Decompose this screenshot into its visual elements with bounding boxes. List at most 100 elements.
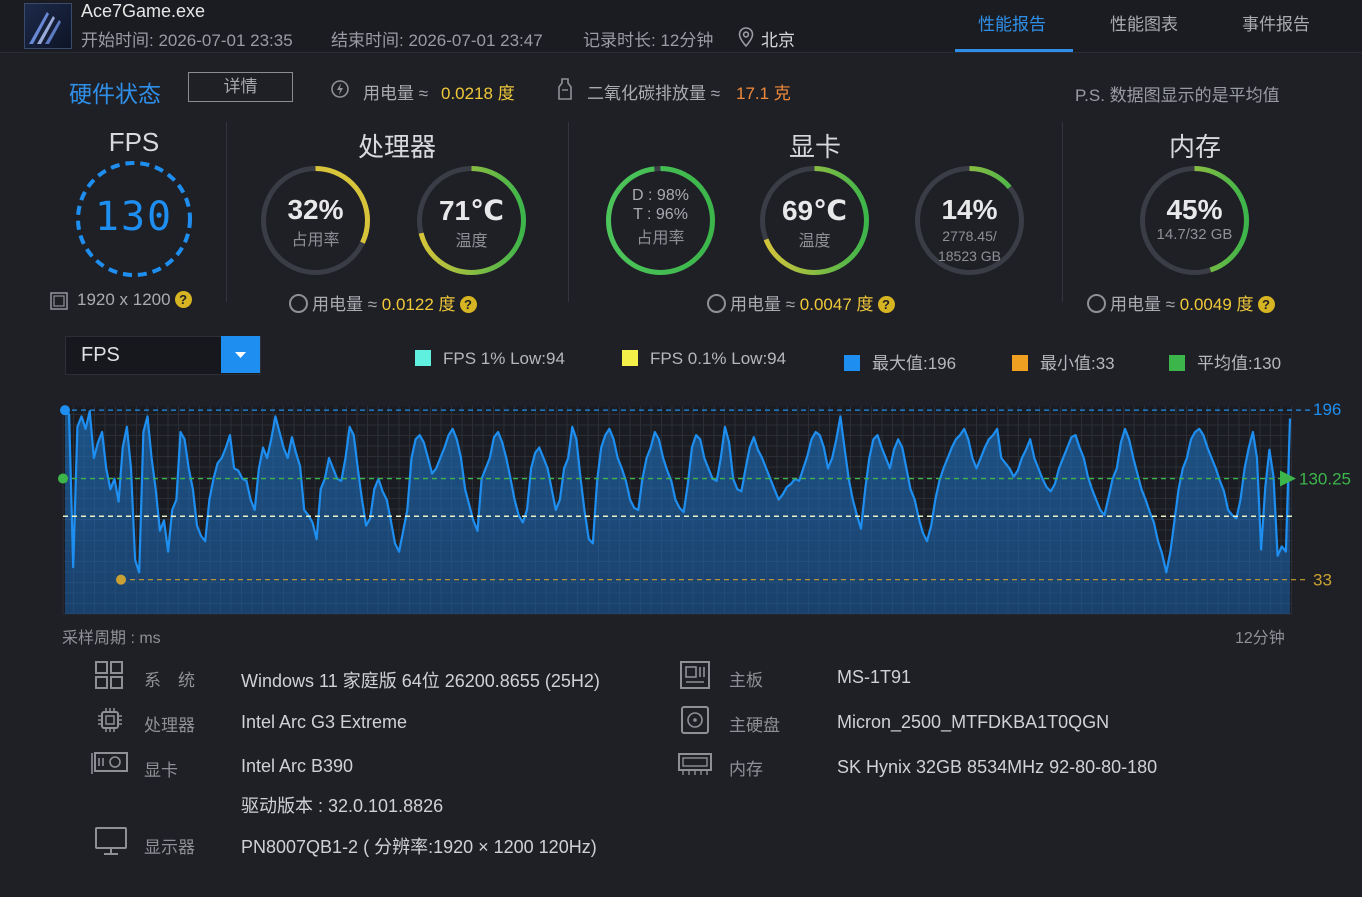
hardware-status-title: 硬件状态 [69,81,161,107]
total-power-label: 用电量 ≈ [363,84,429,103]
power-icon [331,80,349,98]
min-value-label: 33 [1313,571,1332,590]
min-marker [116,574,126,585]
memory-module-icon [678,753,712,775]
system-windows-icon [95,661,123,689]
memory-spec-value: SK Hynix 32GB 8534MHz 92-80-80-180 [837,757,1158,777]
gpu-section-title: 显卡 [788,132,841,162]
fps-resolution: 1920 x 1200? [77,290,192,310]
co2-label: 二氧化碳排放量 ≈ [587,84,721,103]
tab-performance-chart[interactable]: 性能图表 [1110,10,1178,35]
gpu-memory-total: 18523 GB [937,248,1002,264]
cpu-usage-label: 占用率 [291,232,340,249]
start-time: 开始时间: 2026-07-01 23:35 [81,31,293,50]
board-label: 主板 [729,671,763,690]
gpu-usage-label: 占用率 [636,230,685,247]
gpu-spec-value: Intel Arc B390 [241,756,354,776]
section-divider [226,122,227,302]
disk-label: 主硬盘 [729,716,780,735]
app-title: Ace7Game.exe [81,1,206,21]
help-icon[interactable]: ? [877,296,895,313]
cpu-usage-value: 32% [287,194,344,225]
monitor-icon [95,827,127,855]
gpu-power-value: 0.0047 度 [799,295,874,314]
cpu-temp-value: 71℃ [438,195,505,226]
record-duration: 记录时长: 12分钟 [583,31,714,50]
gpu-card-icon [91,752,128,774]
section-divider [1062,122,1063,302]
hard-disk-icon [681,706,709,734]
fps-value: 130 [94,194,174,240]
help-icon[interactable]: ? [174,291,192,308]
max-marker [60,405,70,416]
legend-fps-1pct-low: FPS 1% Low:94 [415,349,565,369]
cpu-section-title: 处理器 [357,132,436,162]
disk-value: Micron_2500_MTFDKBA1T0QGN [837,712,1110,732]
fps-section-title: FPS [108,127,160,157]
gpu-spec-label: 显卡 [144,761,178,780]
power-icon [1087,294,1106,313]
tab-event-report[interactable]: 事件报告 [1242,10,1310,35]
power-icon [289,294,308,313]
legend-label: FPS 0.1% Low:94 [650,349,787,368]
legend-swatch [415,350,431,366]
legend-label: FPS 1% Low:94 [443,349,565,368]
cpu-power-label: 用电量 ≈ [312,295,378,314]
legend-fps-01pct-low: FPS 0.1% Low:94 [622,349,786,369]
app-icon [24,3,72,49]
section-divider [568,122,569,302]
monitor-value: PN8007QB1-2 ( 分辨率:1920 × 1200 120Hz) [241,837,597,857]
cpu-power: 用电量 ≈ 0.0122 度? [289,290,477,315]
fps-chart: 196 130.25 33 [58,400,1351,615]
power-icon [707,294,726,313]
tab-performance-report[interactable]: 性能报告 [978,10,1046,35]
avg-marker [58,473,68,484]
memory-power: 用电量 ≈ 0.0049 度? [1087,290,1275,315]
os-label: 系 统 [144,671,195,690]
legend-swatch [622,350,638,366]
legend-swatch [1012,355,1028,371]
cpu-temp-readout: 71℃ 温度 [414,194,529,251]
location-pin-icon [738,27,754,47]
memory-usage-readout: 45% 14.7/32 GB [1137,194,1252,243]
motherboard-icon [680,661,710,689]
active-tab-indicator [955,49,1073,52]
cpu-spec-value: Intel Arc G3 Extreme [241,712,408,732]
legend-min: 最小值:33 [1012,349,1115,374]
metric-select-dropdown-button[interactable] [221,336,260,373]
board-value: MS-1T91 [837,667,912,687]
gpu-temp-label: 温度 [798,233,831,250]
cpu-usage-readout: 32% 占用率 [258,194,373,250]
gpu-t-usage: T : 96% [633,206,688,223]
monitor-label: 显示器 [144,838,195,857]
x-axis-left-label: 采样周期 : ms [62,630,161,647]
legend-avg: 平均值:130 [1169,349,1281,374]
gpu-power: 用电量 ≈ 0.0047 度? [707,290,895,315]
metric-select-value: FPS [81,344,120,366]
co2-bottle-icon [558,78,572,100]
x-axis-right-label: 12分钟 [1235,630,1285,647]
legend-swatch [1169,355,1185,371]
os-value: Windows 11 家庭版 64位 26200.8655 (25H2) [241,671,600,691]
max-value-label: 196 [1313,400,1341,419]
gpu-memory-readout: 14% 2778.45/ 18523 GB [912,194,1027,266]
memory-power-value: 0.0049 度 [1179,295,1254,314]
help-icon[interactable]: ? [459,296,477,313]
gpu-usage-readout: D : 98% T : 96% 占用率 [603,186,718,248]
gpu-driver-value: 驱动版本 : 32.0.101.8826 [241,796,444,816]
legend-swatch [844,355,860,371]
memory-spec-label: 内存 [729,760,763,779]
end-time: 结束时间: 2026-07-01 23:47 [331,31,543,50]
resolution-text: 1920 x 1200 [77,290,171,309]
legend-max: 最大值:196 [844,349,956,374]
resolution-icon [50,292,68,310]
detail-button[interactable]: 详情 [188,72,293,102]
help-icon[interactable]: ? [1257,296,1275,313]
cpu-spec-label: 处理器 [144,716,195,735]
gpu-temp-readout: 69℃ 温度 [757,194,872,251]
location-text: 北京 [761,31,795,50]
gpu-temp-value: 69℃ [781,195,848,226]
gpu-memory-value: 14% [941,194,998,225]
gpu-memory-used: 2778.45/ [942,228,997,244]
legend-label: 最大值:196 [872,354,957,373]
